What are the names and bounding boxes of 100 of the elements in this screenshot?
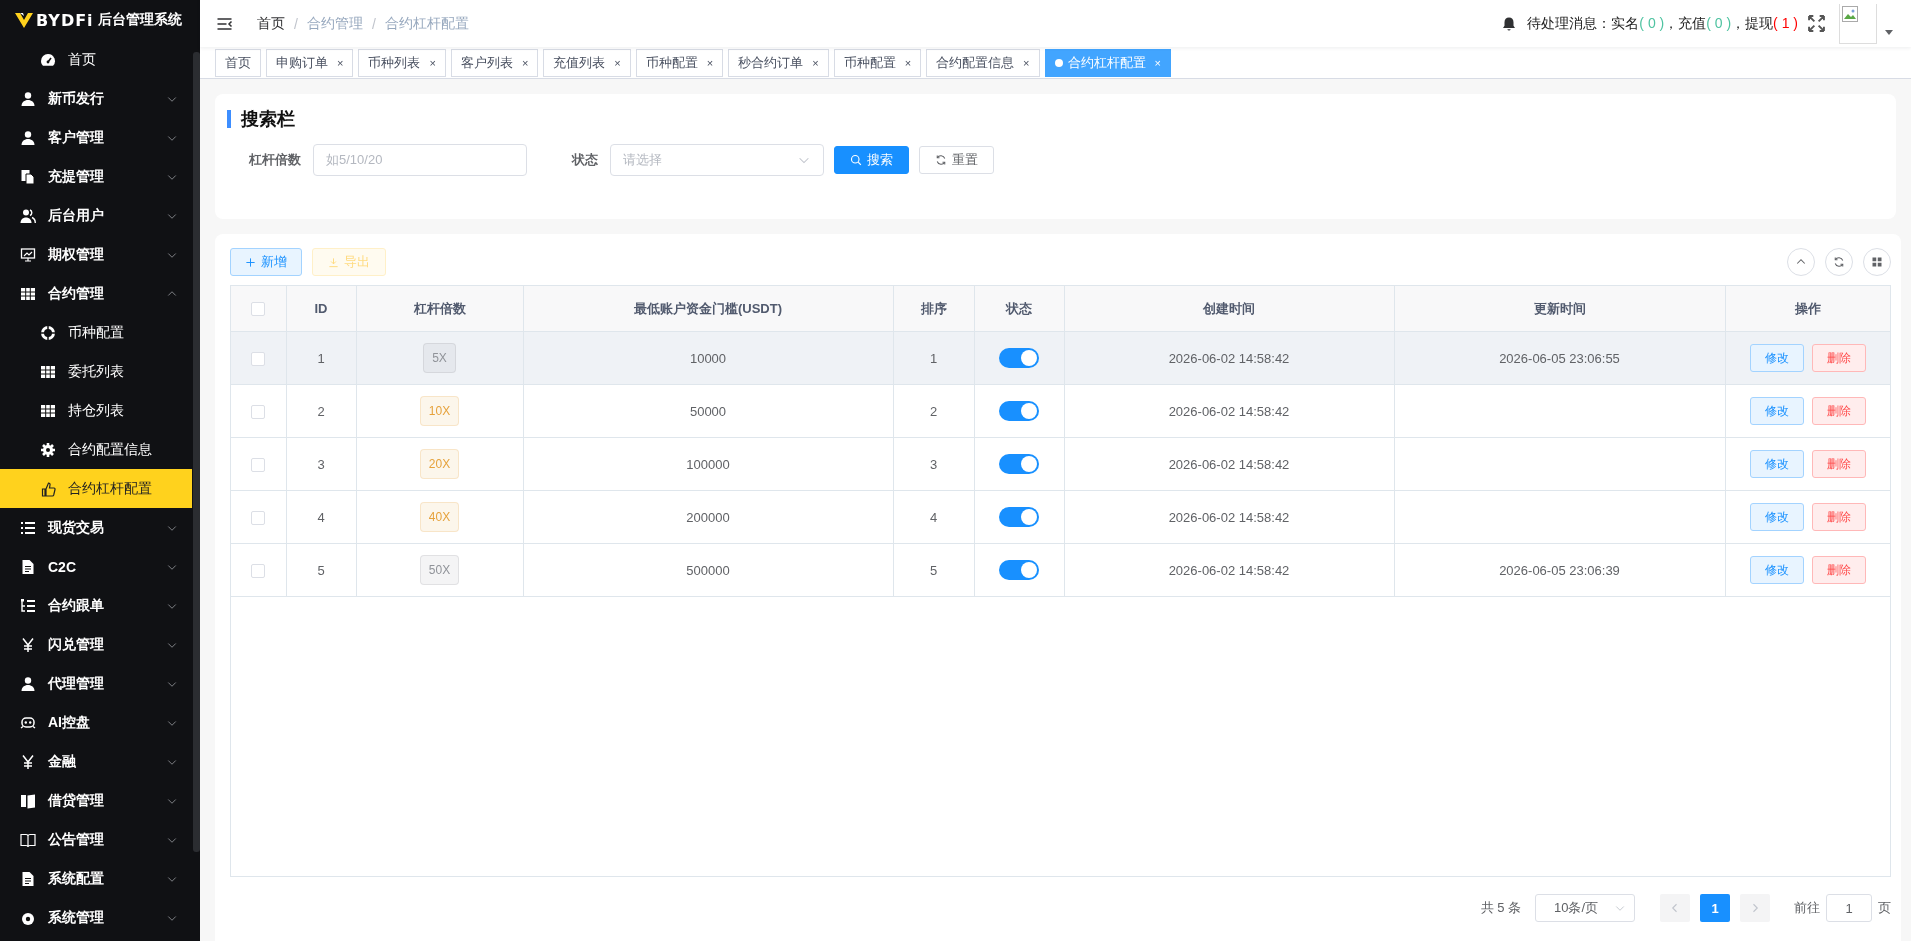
toggle-switch[interactable] — [999, 401, 1039, 421]
menu-icon — [216, 15, 233, 32]
tab[interactable]: 合约配置信息 × — [926, 48, 1040, 77]
sidebar-subitem[interactable]: 合约配置信息 — [0, 430, 192, 469]
download-icon — [328, 256, 339, 268]
tab[interactable]: 币种配置 × — [833, 48, 922, 77]
sidebar-subitem[interactable]: 持仓列表 — [0, 391, 192, 430]
leverage-badge: 20X — [419, 449, 460, 479]
checkbox[interactable] — [251, 404, 266, 419]
people-icon — [20, 207, 36, 224]
sidebar-item[interactable]: 公告管理 — [0, 820, 192, 859]
table-cell: 10000 — [523, 331, 893, 385]
grid-icon — [40, 402, 56, 419]
sidebar-item[interactable]: 客户管理 — [0, 118, 192, 157]
toggle-switch[interactable] — [999, 560, 1039, 580]
close-button[interactable]: × — [333, 56, 344, 69]
goto-label: 前往 — [1794, 899, 1820, 917]
notice-text: 待处理消息：实名( 0 )，充值( 0 )，提现( 1 ) — [1527, 14, 1798, 33]
sidebar-item[interactable]: 新币发行 — [0, 79, 192, 118]
columns-button[interactable] — [1863, 248, 1891, 276]
sidebar-item[interactable]: 借贷管理 — [0, 781, 192, 820]
tab[interactable]: 客户列表 × — [450, 48, 539, 77]
table-cell: 2026-06-02 14:58:42 — [1064, 490, 1394, 544]
close-button[interactable]: × — [900, 56, 912, 69]
sidebar-item[interactable]: 充提管理 — [0, 157, 192, 196]
person-icon — [20, 675, 36, 692]
menu-toggle-button[interactable] — [216, 15, 233, 32]
checkbox[interactable] — [251, 351, 266, 366]
document-icon — [20, 558, 36, 575]
tree-list-icon — [20, 597, 36, 614]
sidebar-item[interactable]: 合约管理 — [0, 274, 192, 313]
sidebar-item[interactable]: 金融 — [0, 742, 192, 781]
robot-icon — [20, 714, 36, 731]
checkbox[interactable] — [251, 457, 266, 472]
sidebar-item[interactable]: 期权管理 — [0, 235, 192, 274]
broken-image-icon — [1842, 5, 1858, 22]
table-cell: 200000 — [523, 490, 893, 544]
monitor-icon — [20, 246, 36, 263]
sidebar-item[interactable]: 后台用户 — [0, 196, 192, 235]
sidebar-item[interactable]: 系统管理 — [0, 898, 192, 937]
fullscreen-icon — [1808, 15, 1825, 32]
documents-icon — [20, 168, 36, 185]
tab[interactable]: 充值列表 × — [543, 48, 631, 77]
page-input[interactable]: 1 — [1826, 894, 1872, 922]
column-header: 操作 — [1725, 286, 1890, 332]
sidebar-item[interactable]: 现货交易 — [0, 508, 192, 547]
search-icon — [850, 154, 862, 166]
tab[interactable]: 首页 — [215, 48, 261, 77]
tab[interactable]: 币种配置 × — [635, 48, 724, 77]
plus-icon — [245, 256, 256, 268]
total-count: 共 5 条 — [1480, 899, 1521, 917]
fullscreen-button[interactable] — [1808, 15, 1825, 32]
sidebar-item[interactable]: 首页 — [0, 40, 192, 79]
sidebar-subitem[interactable]: 币种配置 — [0, 313, 192, 352]
logo-icon — [14, 11, 34, 29]
tab[interactable]: 秒合约订单 × — [728, 48, 829, 77]
grid-icon — [20, 285, 36, 302]
table-cell: 4 — [286, 490, 356, 544]
grid-icon — [40, 363, 56, 380]
refresh-button[interactable] — [1825, 248, 1853, 276]
checkbox[interactable] — [251, 563, 266, 578]
toggle-switch[interactable] — [999, 507, 1039, 527]
leverage-badge: 10X — [419, 396, 460, 426]
tab[interactable]: 币种列表 × — [358, 48, 446, 77]
sidebar-item[interactable]: 代理管理 — [0, 664, 192, 703]
close-button[interactable]: × — [610, 56, 621, 69]
sidebar-item[interactable]: 系统配置 — [0, 859, 192, 898]
page-suffix: 页 — [1878, 899, 1891, 917]
column-header: 状态 — [974, 286, 1064, 332]
open-book-icon — [20, 831, 36, 848]
section-title: 搜索栏 — [227, 110, 295, 128]
close-button[interactable]: × — [517, 56, 529, 69]
dropdown-button[interactable] — [1885, 30, 1893, 35]
column-header: 更新时间 — [1394, 286, 1725, 332]
sidebar-item[interactable]: 闪兑管理 — [0, 625, 192, 664]
sidebar-item[interactable]: AI控盘 — [0, 703, 192, 742]
refresh-icon — [935, 154, 947, 166]
table-cell: 5 — [286, 543, 356, 597]
checkbox[interactable] — [251, 510, 266, 525]
sidebar-item[interactable]: C2C — [0, 547, 192, 586]
sidebar-item[interactable]: 合约跟单 — [0, 586, 192, 625]
reset-button[interactable]: 重置 — [919, 146, 994, 174]
table-cell: 2 — [286, 384, 356, 438]
checkbox[interactable] — [251, 302, 266, 317]
close-button[interactable]: × — [702, 56, 714, 69]
close-button[interactable]: × — [1019, 56, 1030, 69]
table-cell: 3 — [893, 437, 974, 491]
breadcrumb-link[interactable]: 首页 — [257, 14, 285, 33]
toggle-switch[interactable] — [999, 348, 1039, 368]
page-size-select[interactable]: 10条/页 — [1535, 894, 1635, 922]
table-cell: 2026-06-02 14:58:42 — [1064, 543, 1394, 597]
sidebar-subitem[interactable]: 委托列表 — [0, 352, 192, 391]
table-cell: 100000 — [523, 437, 893, 491]
close-button[interactable]: × — [425, 56, 436, 69]
tab[interactable]: 申购订单 × — [266, 48, 354, 77]
hand-icon — [40, 480, 56, 497]
toggle-switch[interactable] — [999, 454, 1039, 474]
sidebar-subitem[interactable]: 合约杠杆配置 — [0, 469, 192, 508]
field-label: 杠杆倍数 — [249, 151, 301, 169]
close-button[interactable]: × — [808, 56, 819, 69]
